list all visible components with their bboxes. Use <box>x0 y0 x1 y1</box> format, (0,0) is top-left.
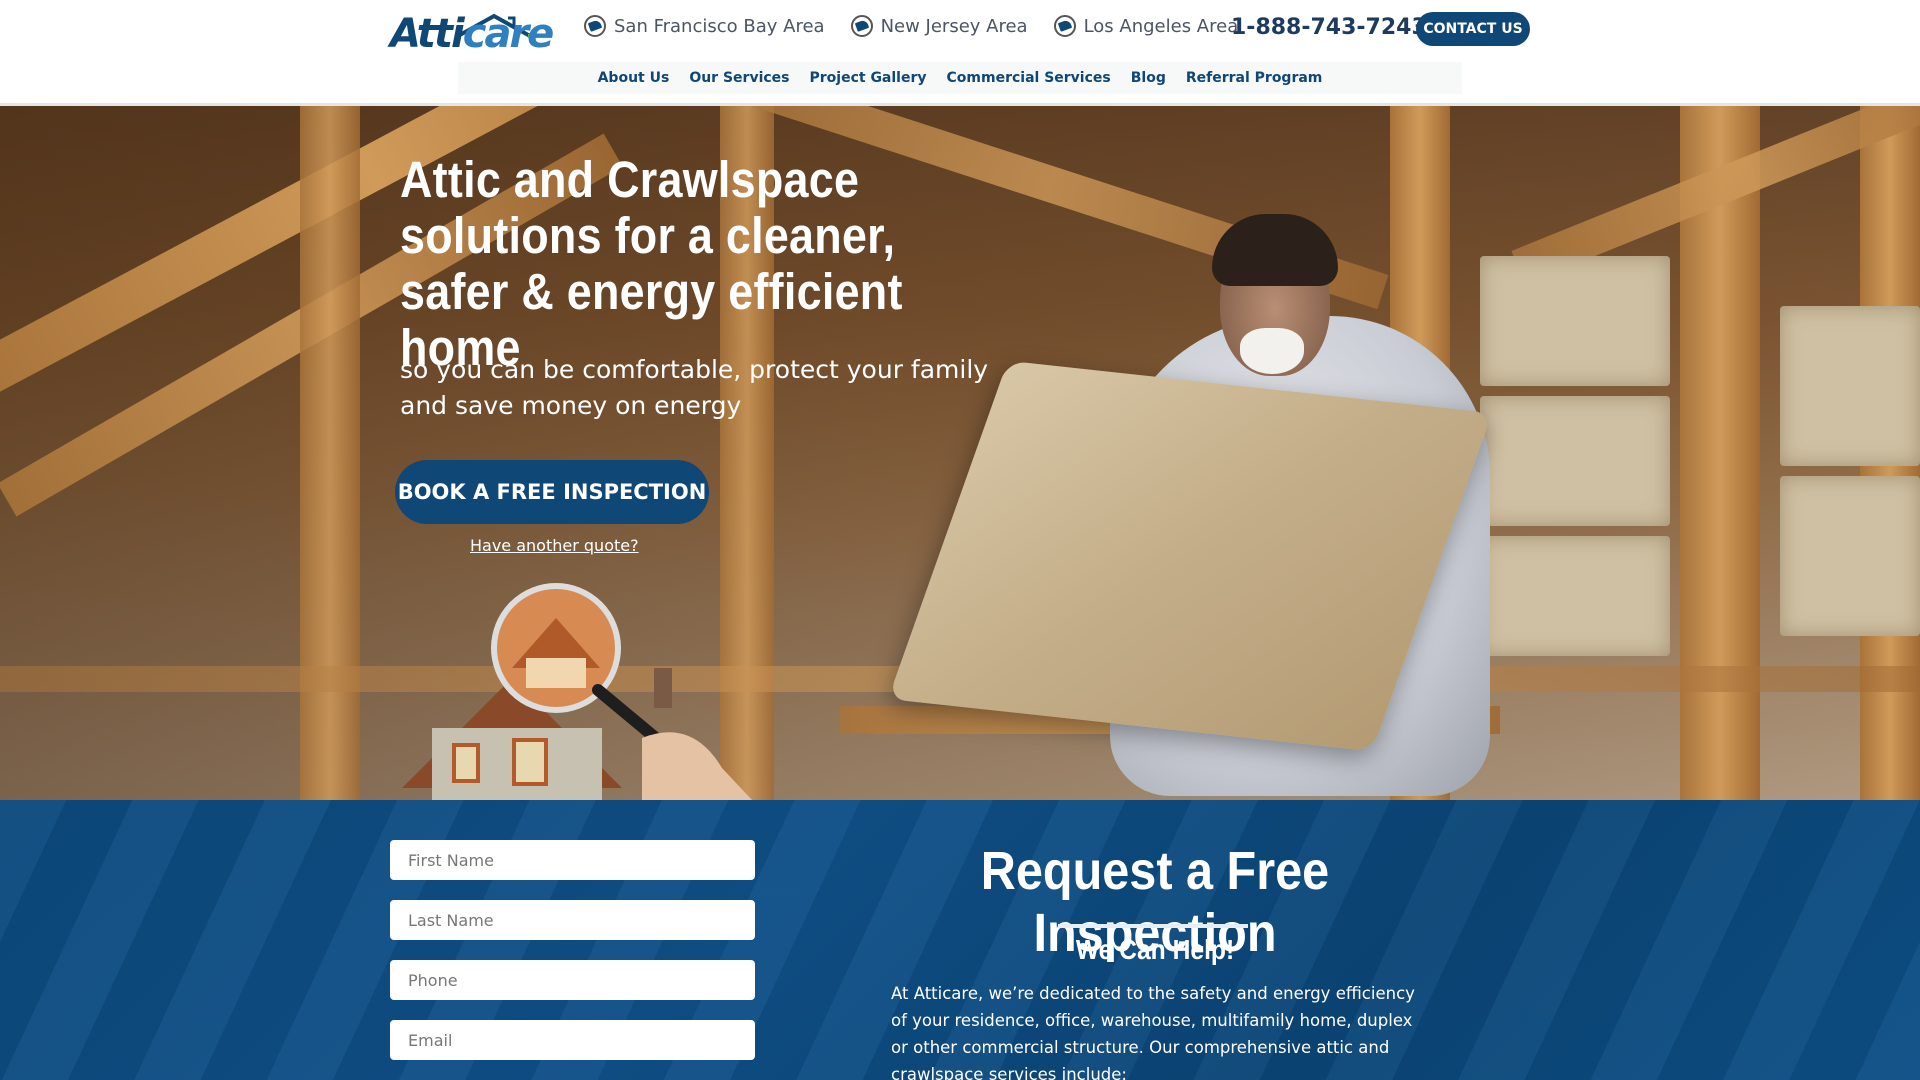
nav-commercial-services[interactable]: Commercial Services <box>947 70 1111 86</box>
service-areas: San Francisco Bay Area New Jersey Area L… <box>584 15 1238 37</box>
contact-us-button[interactable]: CONTACT US <box>1416 12 1530 46</box>
nav-our-services[interactable]: Our Services <box>689 70 789 86</box>
house-badge-icon <box>584 15 606 37</box>
area-link-sf-bay[interactable]: San Francisco Bay Area <box>584 15 825 37</box>
hero-banner: Attic and Crawlspace solutions for a cle… <box>0 106 1920 800</box>
nav-referral-program[interactable]: Referral Program <box>1186 70 1323 86</box>
nav-about-us[interactable]: About Us <box>598 70 670 86</box>
area-link-new-jersey[interactable]: New Jersey Area <box>850 15 1028 37</box>
house-badge-icon <box>1053 15 1076 37</box>
hero-title: Attic and Crawlspace solutions for a cle… <box>400 151 903 376</box>
request-subtitle: We Can Help! <box>1075 934 1235 965</box>
area-label: San Francisco Bay Area <box>614 15 825 37</box>
main-nav: About Us Our Services Project Gallery Co… <box>458 62 1462 94</box>
site-header: Atticare San Francisco Bay Area New Jers… <box>0 0 1920 106</box>
area-link-los-angeles[interactable]: Los Angeles Area <box>1053 15 1239 37</box>
book-free-inspection-button[interactable]: BOOK A FREE INSPECTION <box>395 460 709 524</box>
house-badge-icon <box>850 15 873 37</box>
another-quote-link[interactable]: Have another quote? <box>470 536 639 555</box>
inspection-request-section: Request a Free Inspection We Can Help! A… <box>0 800 1920 1080</box>
atticare-logo[interactable]: Atticare <box>390 12 554 54</box>
email-field[interactable] <box>390 1020 755 1060</box>
hero-subtitle: so you can be comfortable, protect your … <box>400 355 989 420</box>
phone-field[interactable] <box>390 960 755 1000</box>
area-label: New Jersey Area <box>880 15 1028 37</box>
phone-number-link[interactable]: 1-888-743-7243 <box>1231 15 1427 40</box>
area-label: Los Angeles Area <box>1083 15 1239 37</box>
title-divider <box>1058 924 1248 928</box>
first-name-field[interactable] <box>390 840 755 880</box>
house-magnifier-illustration <box>402 583 752 800</box>
nav-project-gallery[interactable]: Project Gallery <box>810 70 927 86</box>
request-description: At Atticare, we’re dedicated to the safe… <box>891 984 1415 1080</box>
nav-blog[interactable]: Blog <box>1131 70 1166 86</box>
last-name-field[interactable] <box>390 900 755 940</box>
logo-wordmark: Atticare <box>390 11 554 57</box>
